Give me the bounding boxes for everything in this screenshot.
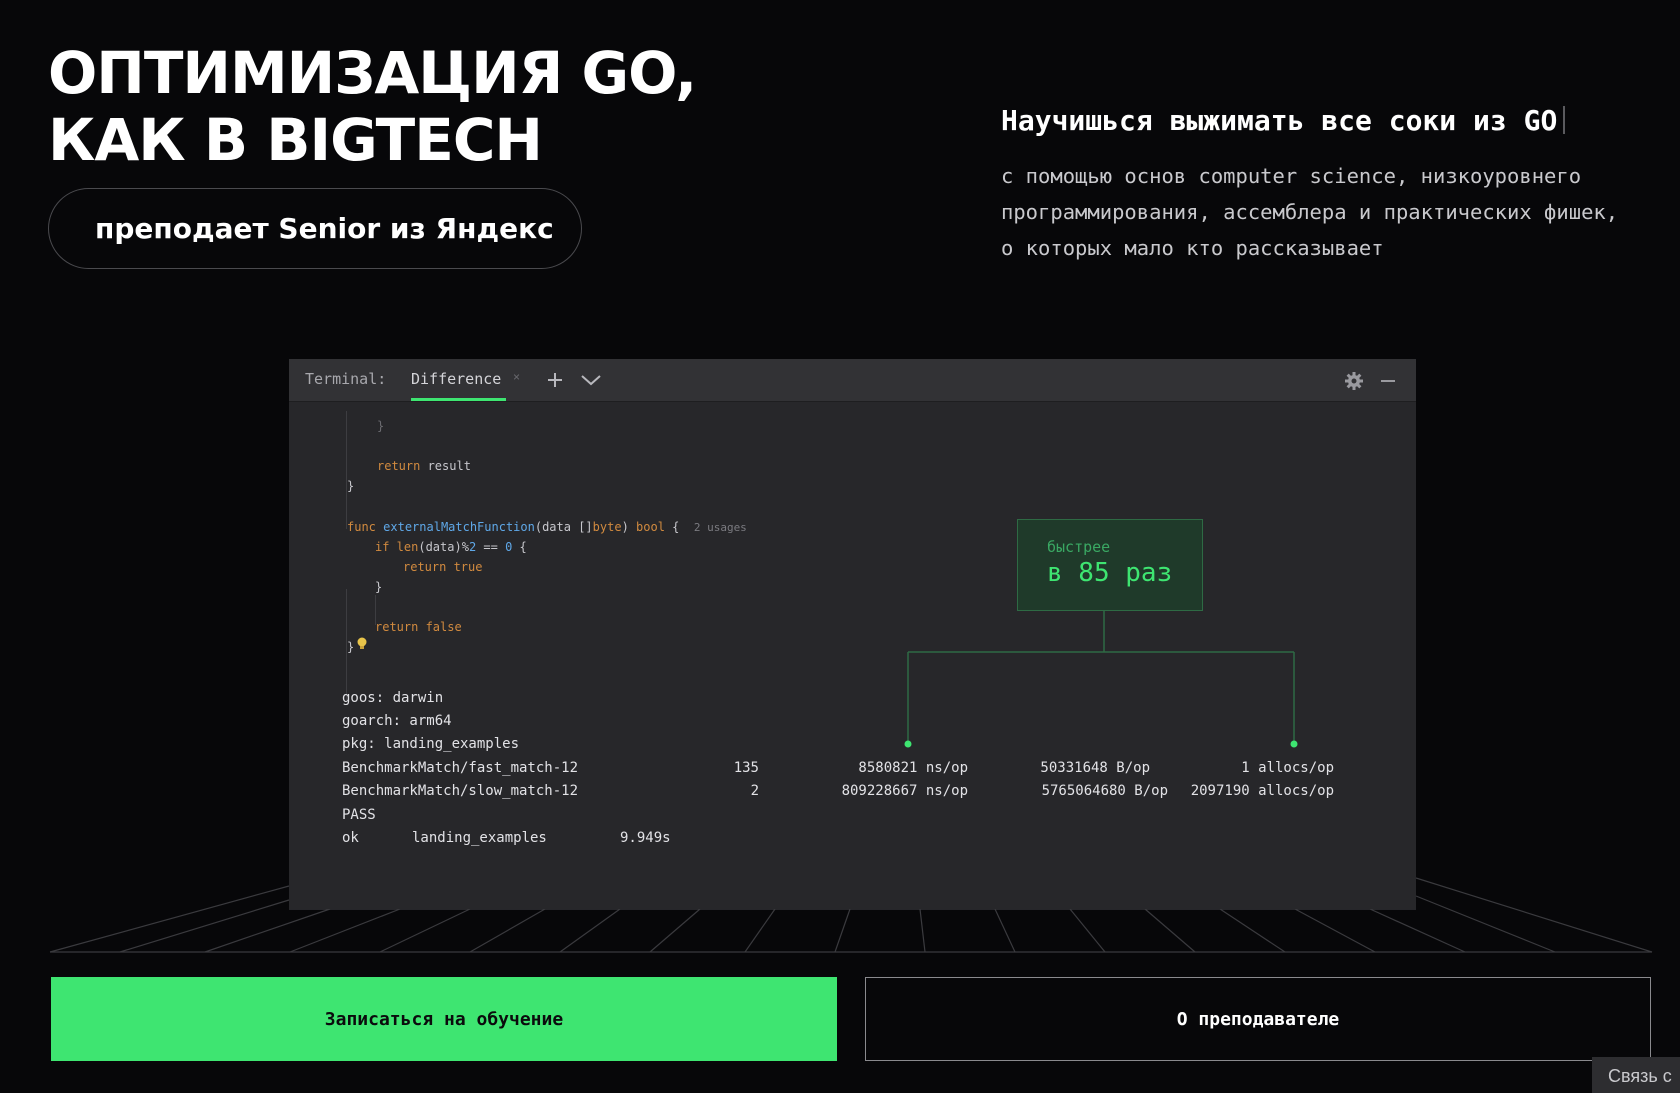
terminal-window: Terminal: Difference ×} return result}… (289, 359, 1416, 909)
plus-icon[interactable] (546, 371, 564, 389)
bench-row-allocs: 1 allocs/op (1241, 760, 1334, 776)
lightbulb-icon[interactable] (357, 637, 367, 651)
active-tab-indicator (411, 398, 506, 401)
bench-row-name: BenchmarkMatch/fast_match-12 (342, 760, 579, 776)
about-teacher-button[interactable]: О преподавателе (865, 977, 1651, 1061)
code-line: return result (377, 459, 471, 473)
terminal-label: Terminal: (305, 370, 387, 388)
bench-goarch: goarch: arm64 (342, 713, 452, 729)
code-line: } (377, 419, 385, 433)
bench-pass: PASS (342, 807, 376, 823)
contact-widget-tab[interactable]: Связь с (1592, 1057, 1680, 1093)
bench-ok: ok (342, 830, 359, 846)
enroll-button[interactable]: Записаться на обучение (51, 977, 837, 1061)
indent-guide (346, 411, 347, 529)
bench-row-ns: 809228667 ns/op (841, 783, 968, 799)
code-line: } (375, 580, 383, 594)
usages-hint: 2 usages (693, 521, 747, 534)
teacher-pill[interactable]: преподает Senior из Яндекс (48, 188, 582, 269)
bench-row-n: 2 (750, 783, 759, 799)
speedup-callout: быстрее в 85 раз (1017, 519, 1203, 611)
bench-row-allocs: 2097190 allocs/op (1190, 783, 1334, 799)
chevron-down-icon[interactable] (580, 373, 602, 387)
code-line: return false (375, 620, 462, 634)
code-line: } (347, 640, 355, 654)
tagline-text: Научишься выжимать все соки из GO (1001, 104, 1558, 137)
bench-row-bytes: 50331648 B/op (1040, 760, 1150, 776)
hero-title-line-1: ОПТИМИЗАЦИЯ GO, (48, 39, 697, 107)
course-description: с помощью основ computer science, низкоу… (1001, 164, 1619, 260)
text-caret (1563, 106, 1566, 134)
bench-row-n: 135 (733, 760, 759, 776)
bench-ok-time: 9.949s (620, 830, 671, 846)
callout-value: в 85 раз (1047, 558, 1173, 588)
tab-difference[interactable]: Difference (411, 370, 501, 388)
bench-ok-pkg: landing_examples (412, 830, 547, 846)
minimize-icon[interactable] (1381, 379, 1395, 383)
bench-pkg: pkg: landing_examples (342, 736, 520, 752)
code-line: func externalMatchFunction(data []byte) … (347, 520, 747, 534)
bench-row-ns: 8580821 ns/op (858, 760, 968, 776)
hero-title-line-2: КАК В BIGTECH (48, 106, 543, 174)
code-line: if len(data)%2 == 0 { (375, 540, 527, 554)
bench-row-bytes: 5765064680 B/op (1041, 783, 1168, 799)
code-line: return true (403, 560, 483, 574)
bench-row-name: BenchmarkMatch/slow_match-12 (342, 783, 579, 799)
gear-icon[interactable] (1344, 371, 1364, 391)
tagline: Научишься выжимать все соки из GO (1001, 104, 1566, 137)
code-line: } (347, 479, 355, 493)
tab-close-icon[interactable]: × (513, 370, 520, 384)
terminal-toolbar: Terminal: Difference × (289, 359, 1416, 402)
hero-title: ОПТИМИЗАЦИЯ GO, КАК В BIGTECH (48, 39, 697, 174)
bench-goos: goos: darwin (342, 690, 444, 706)
callout-label: быстрее (1047, 538, 1111, 556)
